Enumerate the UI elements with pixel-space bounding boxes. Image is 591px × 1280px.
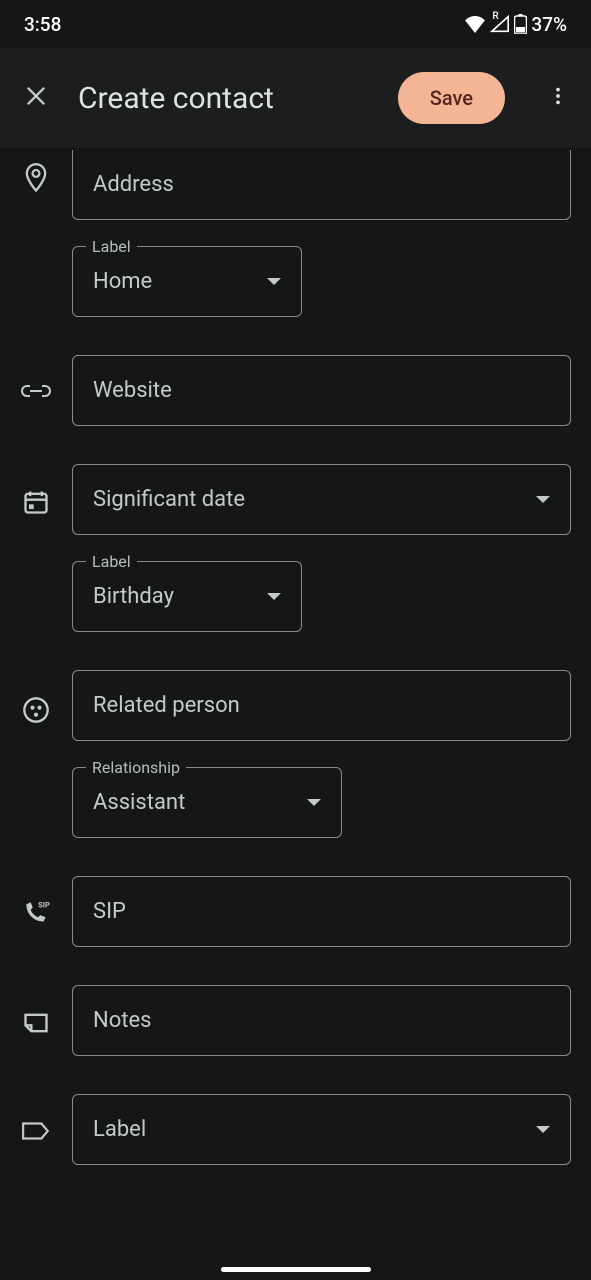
save-button[interactable]: Save	[398, 72, 505, 124]
navigation-handle[interactable]	[221, 1267, 371, 1272]
chevron-down-icon	[307, 799, 321, 806]
date-label-label: Label	[86, 552, 137, 571]
chevron-down-icon	[536, 496, 550, 503]
address-input[interactable]: Address	[72, 150, 571, 220]
chevron-down-icon	[267, 278, 281, 285]
wifi-icon	[464, 15, 486, 33]
date-label-select[interactable]: Birthday	[72, 561, 302, 632]
relationship-select[interactable]: Assistant	[72, 767, 342, 838]
label-placeholder: Label	[93, 1117, 146, 1142]
chevron-down-icon	[536, 1126, 550, 1133]
link-icon	[21, 383, 51, 399]
form-content: Address Label Home Website	[0, 150, 591, 1165]
page-title: Create contact	[78, 81, 370, 116]
website-input[interactable]: Website	[72, 355, 571, 426]
related-person-input[interactable]: Related person	[72, 670, 571, 741]
significant-date-select[interactable]: Significant date	[72, 464, 571, 535]
address-placeholder: Address	[93, 172, 174, 197]
status-time: 3:58	[24, 13, 61, 36]
label-select[interactable]: Label	[72, 1094, 571, 1165]
sip-phone-icon: SIP	[21, 900, 51, 926]
status-indicators: R 37%	[464, 13, 567, 36]
close-icon[interactable]	[22, 82, 50, 114]
battery-icon	[514, 14, 527, 34]
notes-input[interactable]: Notes	[72, 985, 571, 1056]
date-label-value: Birthday	[93, 584, 174, 609]
related-person-icon	[22, 696, 50, 724]
svg-text:SIP: SIP	[38, 901, 50, 910]
more-icon[interactable]	[547, 85, 569, 111]
chevron-down-icon	[267, 593, 281, 600]
app-bar: Create contact Save	[0, 48, 591, 148]
relationship-value: Assistant	[93, 790, 185, 815]
address-label-label: Label	[86, 237, 137, 256]
address-label-select[interactable]: Home	[72, 246, 302, 317]
calendar-icon	[22, 488, 50, 516]
sip-placeholder: SIP	[93, 899, 126, 924]
notes-placeholder: Notes	[93, 1008, 151, 1033]
related-person-placeholder: Related person	[93, 693, 240, 718]
sip-input[interactable]: SIP	[72, 876, 571, 947]
label-icon	[21, 1120, 51, 1142]
status-bar: 3:58 R 37%	[0, 0, 591, 48]
roaming-indicator: R	[492, 11, 498, 22]
battery-percent: 37%	[531, 13, 567, 36]
address-label-value: Home	[93, 269, 152, 294]
website-placeholder: Website	[93, 378, 172, 403]
notes-icon	[22, 1011, 50, 1035]
location-icon	[22, 162, 50, 194]
relationship-label: Relationship	[86, 758, 186, 777]
significant-date-placeholder: Significant date	[93, 487, 245, 512]
